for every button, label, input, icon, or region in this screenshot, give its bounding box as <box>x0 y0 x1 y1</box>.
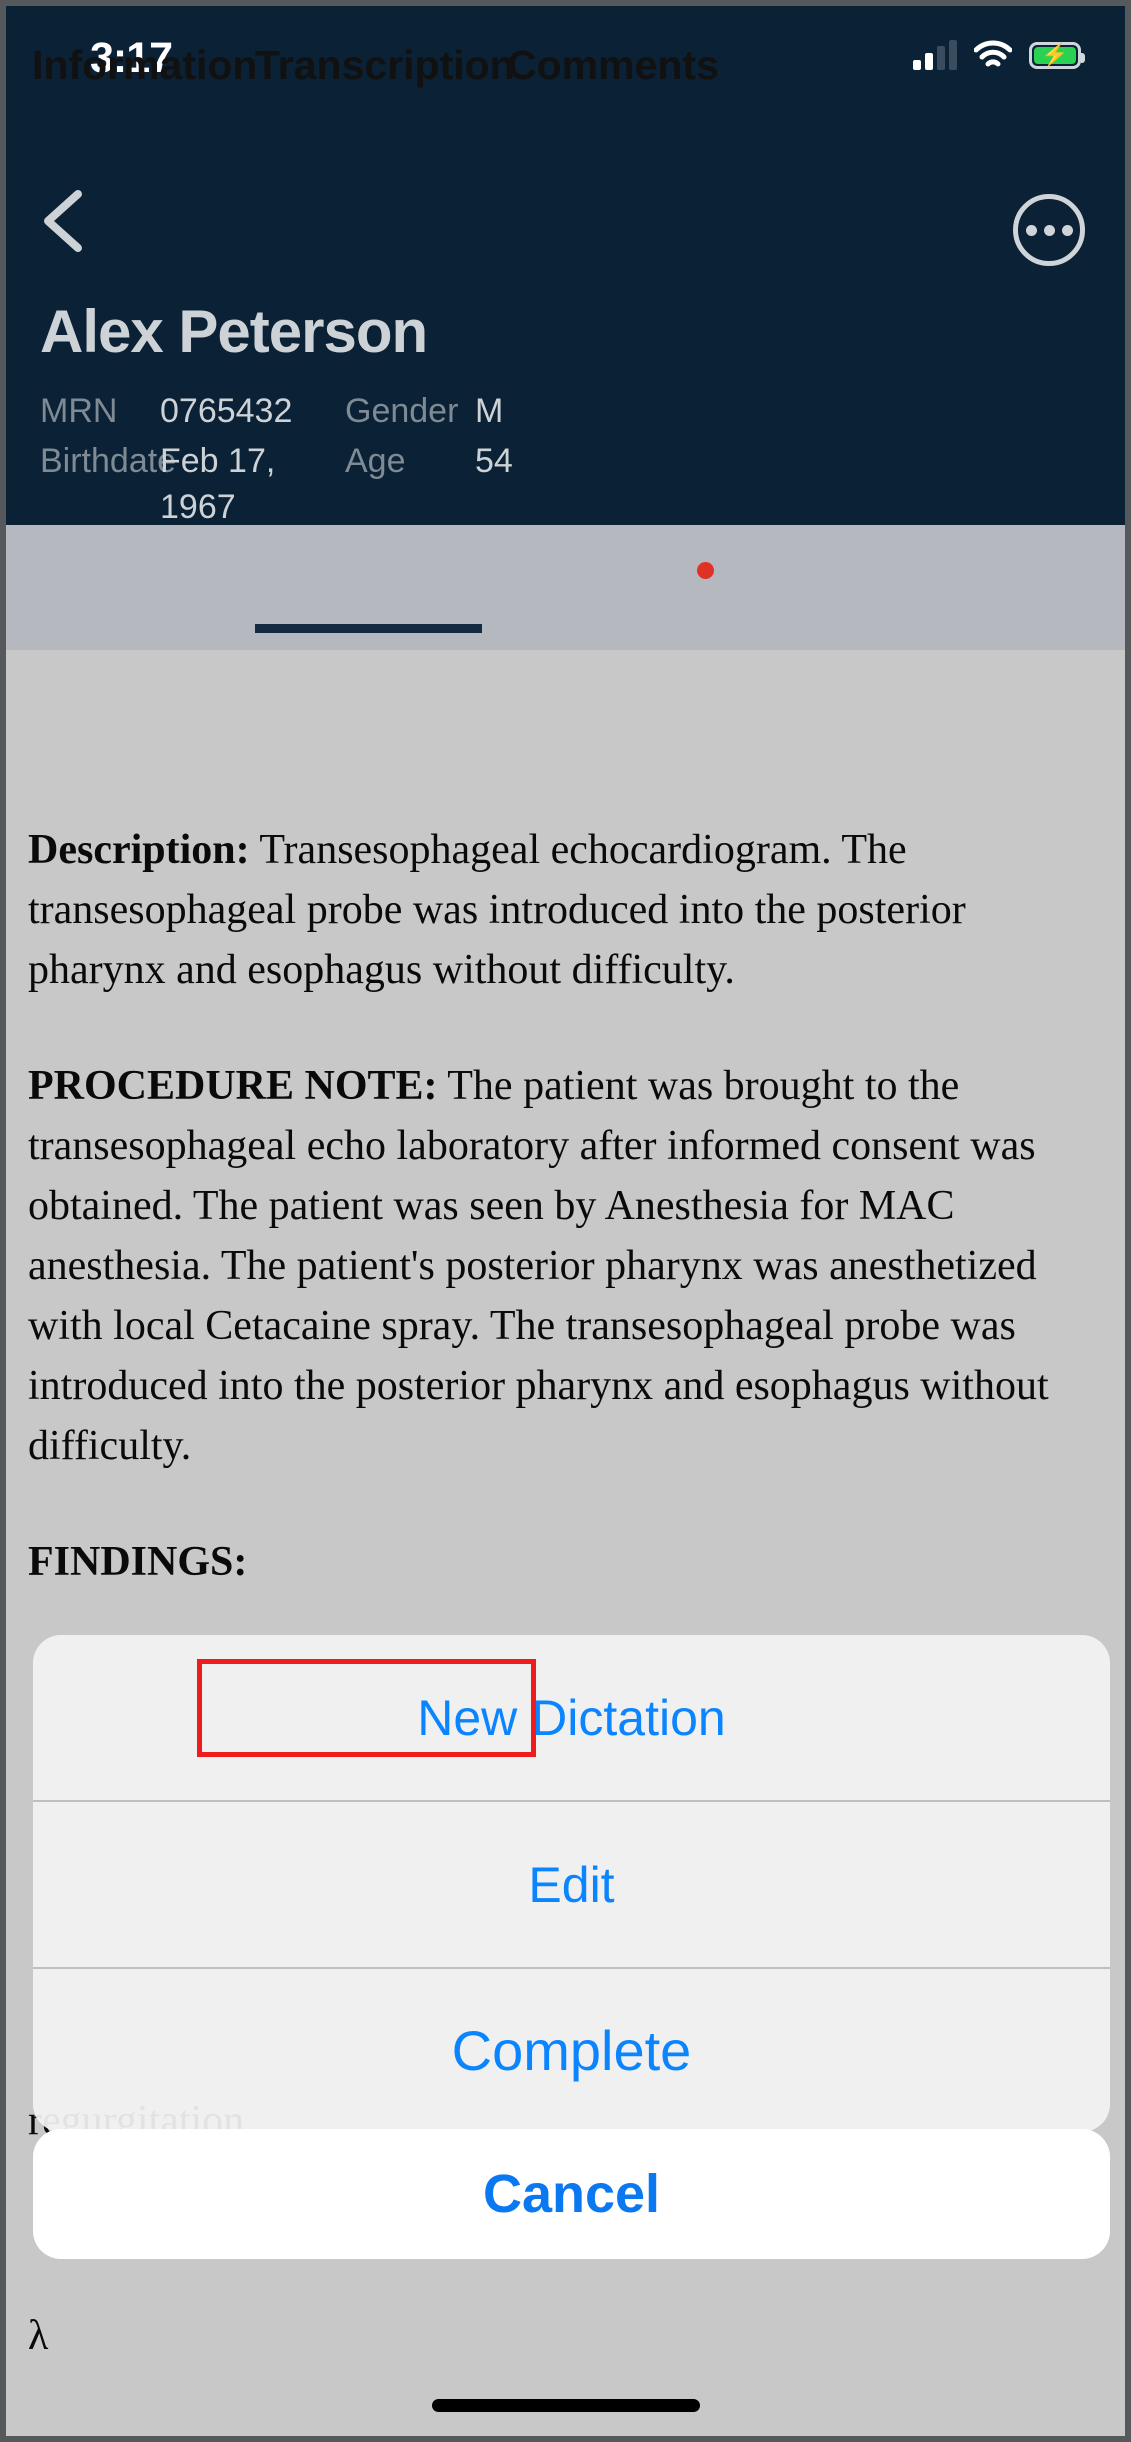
more-dot <box>1025 224 1037 236</box>
tab-comments[interactable]: Comments <box>507 42 719 89</box>
birthdate-label: Birthdate <box>40 442 177 480</box>
patient-demographics: MRN 0765432 Gender M Birthdate Feb 17, 1… <box>40 388 595 530</box>
action-complete[interactable]: Complete <box>33 1967 1110 2132</box>
more-options-button[interactable] <box>1013 194 1085 266</box>
action-edit-label: Edit <box>528 1856 615 1913</box>
gender-value: M <box>475 392 504 430</box>
more-dot <box>1061 224 1073 236</box>
action-new-dictation[interactable]: New Dictation <box>33 1635 1110 1800</box>
battery-charging-icon: ⚡ <box>1029 41 1085 69</box>
description-paragraph: Description: Transesophageal echocardiog… <box>28 820 1113 1000</box>
tab-transcription[interactable]: Transcription <box>255 42 515 89</box>
active-tab-indicator <box>255 624 482 633</box>
action-cancel[interactable]: Cancel <box>33 2129 1110 2259</box>
wifi-icon <box>973 40 1013 70</box>
signal-bars-icon <box>913 40 957 70</box>
findings-label: FINDINGS: <box>28 1539 248 1585</box>
gender-label: Gender <box>345 392 459 430</box>
action-complete-label: Complete <box>451 2019 692 2082</box>
findings-paragraph: FINDINGS: <box>28 1532 1113 1592</box>
birthdate-value: Feb 17, 1967 <box>160 442 276 526</box>
patient-name: Alex Peterson <box>40 298 428 365</box>
action-edit[interactable]: Edit <box>33 1800 1110 1967</box>
procedure-note-paragraph: PROCEDURE NOTE: The patient was brought … <box>28 1056 1113 1476</box>
description-label: Description: <box>28 827 250 873</box>
tab-bar <box>6 525 1125 650</box>
obscured-document-tail: λ <box>28 2313 49 2359</box>
action-new-dictation-label: New Dictation <box>417 1689 726 1746</box>
status-bar-indicators: ⚡ <box>913 40 1085 70</box>
phone-screen: 3:17 ⚡ Alex Peterson MRN 0765432 Gender … <box>0 0 1131 2442</box>
comments-badge-dot <box>697 562 714 579</box>
age-label: Age <box>345 442 406 480</box>
transcription-document: Description: Transesophageal echocardiog… <box>28 820 1113 1648</box>
more-dot <box>1043 224 1055 236</box>
back-button[interactable] <box>36 186 96 256</box>
procedure-note-label: PROCEDURE NOTE: <box>28 1063 438 1109</box>
mrn-value: 0765432 <box>160 392 293 430</box>
chevron-left-icon <box>44 190 82 252</box>
procedure-note-text: The patient was brought to the transesop… <box>28 1063 1049 1469</box>
lightning-bolt-icon: ⚡ <box>1041 42 1069 67</box>
home-indicator[interactable] <box>431 2399 700 2412</box>
mrn-label: MRN <box>40 392 118 430</box>
action-cancel-label: Cancel <box>482 2164 661 2224</box>
age-value: 54 <box>475 442 513 480</box>
tab-information[interactable]: Information <box>32 42 257 89</box>
action-sheet: New Dictation Edit Complete <box>33 1635 1110 2132</box>
